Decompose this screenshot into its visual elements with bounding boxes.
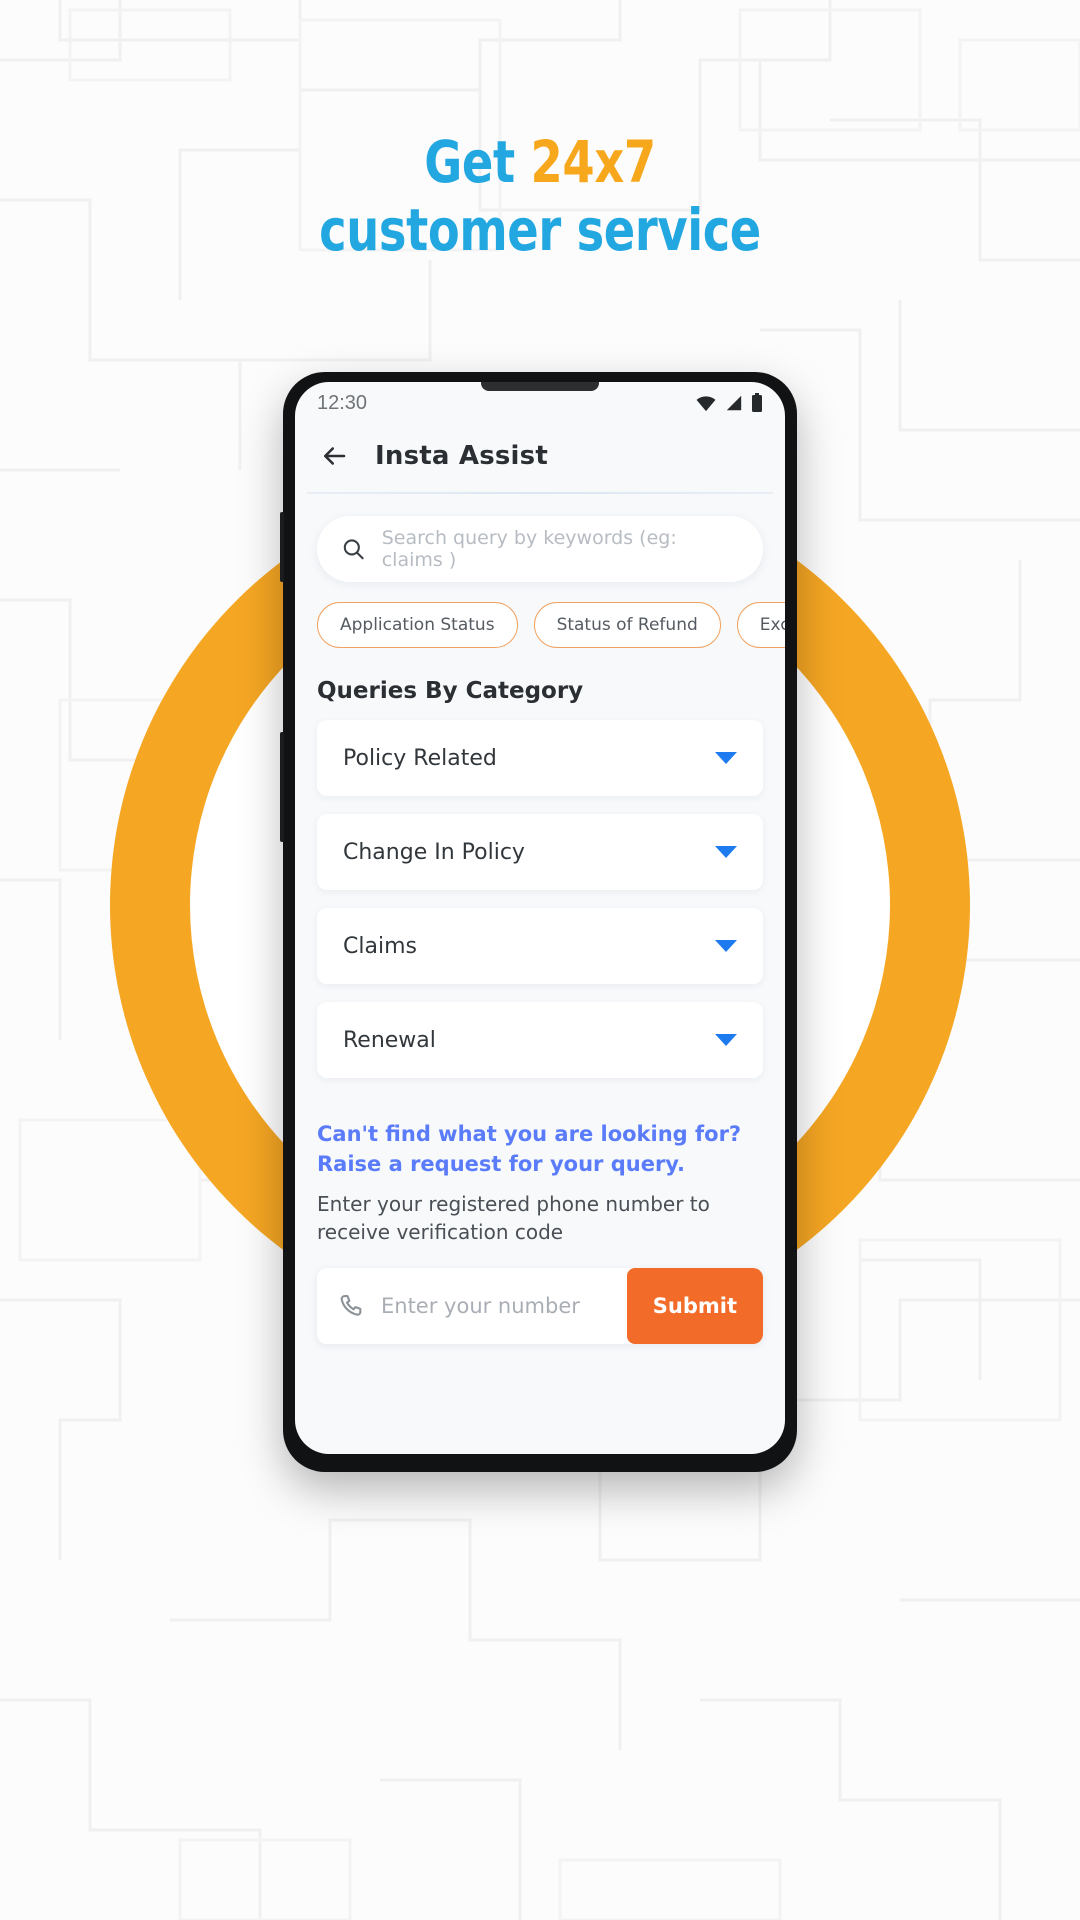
status-bar-icons (695, 393, 763, 413)
chevron-down-icon[interactable] (715, 940, 737, 952)
phone-notch (481, 382, 599, 391)
phone-number-input[interactable]: Enter your number (381, 1294, 627, 1318)
phone-screen: 12:30 Insta Assist Search query by keywo… (295, 382, 785, 1454)
chevron-down-icon[interactable] (715, 752, 737, 764)
category-list: Policy Related Change In Policy Claims R… (295, 704, 785, 1078)
raise-request-link[interactable]: Can't find what you are looking for? Rai… (317, 1120, 763, 1180)
page-title: Insta Assist (375, 441, 548, 471)
chip-excess-refund[interactable]: Excess Refund (736, 602, 785, 648)
chip-application-status[interactable]: Application Status (317, 602, 518, 648)
phone-call-icon (317, 1292, 381, 1320)
chevron-down-icon[interactable] (715, 1034, 737, 1046)
promo-headline-line1: Get 24x7 (108, 128, 972, 196)
quick-filter-chips: Application Status Status of Refund Exce… (295, 582, 785, 648)
category-row-change-in-policy[interactable]: Change In Policy (317, 814, 763, 890)
raise-request-section: Can't find what you are looking for? Rai… (295, 1096, 785, 1246)
phone-number-form: Enter your number Submit (317, 1268, 763, 1345)
promo-headline-24x7: 24x7 (530, 128, 657, 196)
search-placeholder: Search query by keywords (eg: claims ) (381, 527, 677, 571)
category-label: Policy Related (343, 745, 497, 771)
wifi-icon (696, 396, 716, 412)
promo-headline-get: Get (424, 128, 531, 196)
queries-by-category-title: Queries By Category (317, 678, 584, 704)
submit-button[interactable]: Submit (626, 1268, 763, 1345)
category-row-claims[interactable]: Claims (317, 908, 763, 984)
status-bar-time: 12:30 (317, 391, 368, 414)
search-section: Search query by keywords (eg: claims ) (295, 494, 785, 582)
battery-icon (752, 393, 762, 412)
search-icon (343, 539, 364, 560)
promo-headline-line2: customer service (319, 196, 761, 265)
chevron-down-icon[interactable] (715, 846, 737, 858)
app-header: Insta Assist (295, 420, 785, 492)
category-row-renewal[interactable]: Renewal (317, 1002, 763, 1078)
raise-request-description: Enter your registered phone number to re… (317, 1191, 710, 1245)
category-label: Renewal (343, 1027, 436, 1053)
search-input[interactable]: Search query by keywords (eg: claims ) (317, 516, 763, 582)
category-label: Change In Policy (343, 839, 525, 865)
category-label: Claims (343, 933, 417, 959)
promo-headline: Get 24x7 customer service (108, 128, 972, 265)
chip-status-of-refund[interactable]: Status of Refund (533, 602, 721, 648)
category-row-policy-related[interactable]: Policy Related (317, 720, 763, 796)
signal-icon (726, 395, 742, 411)
phone-mockup: 12:30 Insta Assist Search query by keywo… (280, 372, 797, 1472)
back-arrow-icon[interactable] (319, 441, 349, 471)
